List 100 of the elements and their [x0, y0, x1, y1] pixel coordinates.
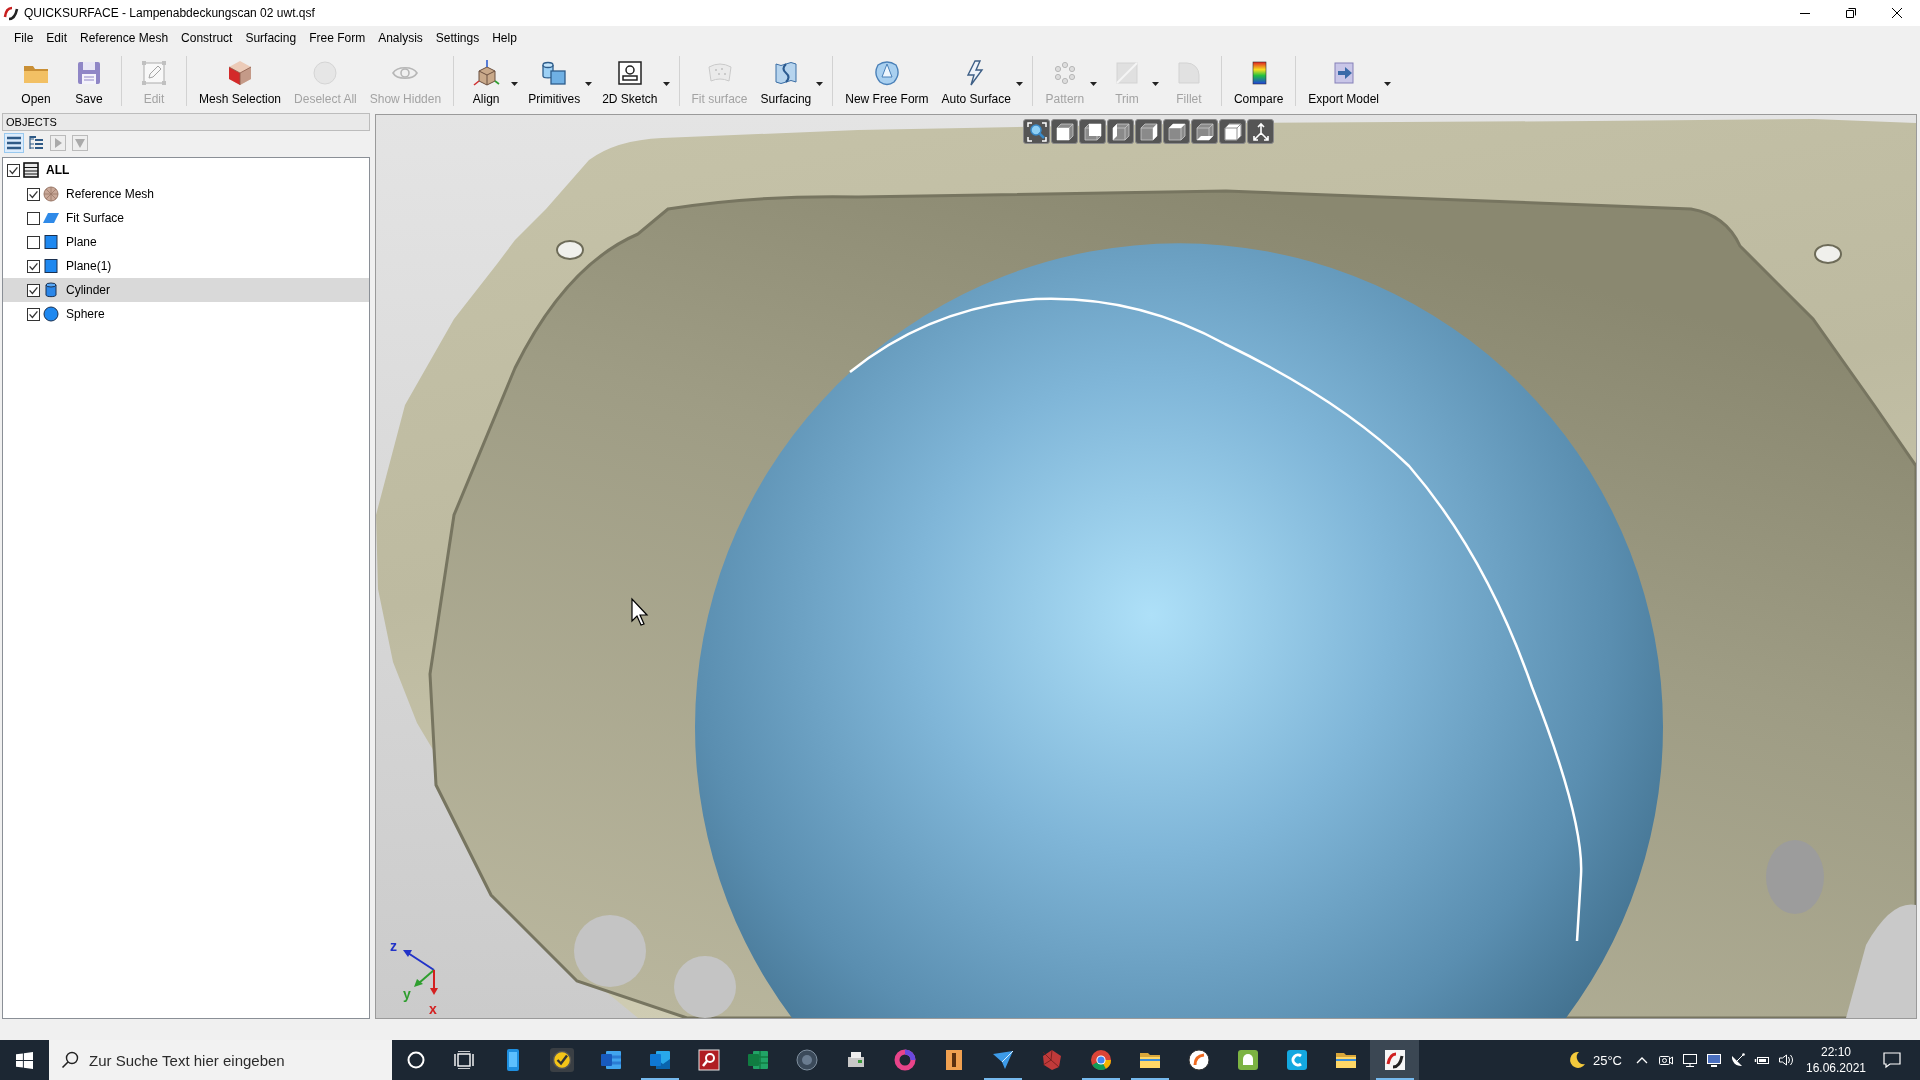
tree-item[interactable]: Plane(1)	[3, 254, 369, 278]
list-view-button[interactable]	[4, 133, 24, 153]
filter-icon	[72, 135, 88, 151]
menu-item[interactable]: Analysis	[372, 29, 429, 47]
cube-icon	[1194, 121, 1215, 142]
checkbox[interactable]	[7, 163, 20, 177]
cube-icon	[1110, 121, 1131, 142]
new-free-form-button[interactable]: New Free Form	[841, 50, 933, 110]
menu-item[interactable]: Construct	[175, 29, 239, 47]
restore-icon	[1846, 8, 1856, 18]
spreadsheet-icon	[745, 1048, 770, 1072]
ring-icon	[892, 1048, 917, 1072]
logo-icon	[3, 5, 19, 21]
menu-item[interactable]: Help	[486, 29, 523, 47]
view-button[interactable]	[1079, 119, 1106, 144]
document-icon	[598, 1048, 623, 1072]
open-button[interactable]: Open	[12, 50, 60, 110]
logo-icon	[1382, 1048, 1407, 1072]
task-view-icon	[454, 1051, 474, 1069]
cube-icon	[1222, 121, 1243, 142]
disc-icon	[794, 1048, 819, 1072]
speaker-icon[interactable]	[1778, 1052, 1794, 1068]
mesh-selection-button[interactable]: Mesh Selection	[195, 50, 286, 110]
view-button[interactable]	[1191, 119, 1218, 144]
save-button[interactable]: Save	[65, 50, 113, 110]
tree-item[interactable]: Reference Mesh	[3, 182, 369, 206]
notification-icon	[1882, 1050, 1902, 1070]
tree-item[interactable]: Cylinder	[3, 278, 369, 302]
network-icon[interactable]	[1682, 1052, 1698, 1068]
weather-temperature[interactable]: 25°C	[1592, 1052, 1622, 1068]
circle-icon	[407, 1051, 425, 1069]
export-model-button[interactable]: Export Model	[1304, 50, 1392, 110]
view-button[interactable]	[1247, 119, 1274, 144]
search-icon	[61, 1051, 79, 1069]
menu-item[interactable]: Reference Mesh	[74, 29, 175, 47]
menu-item[interactable]: Free Form	[303, 29, 372, 47]
surfacing-button[interactable]: Surfacing	[756, 50, 825, 110]
tree-item[interactable]: Sphere	[3, 302, 369, 326]
magnifier-icon	[1026, 121, 1047, 142]
square-icon	[43, 234, 59, 250]
primitives-button[interactable]: Primitives	[524, 50, 594, 110]
menu-item[interactable]: File	[8, 29, 40, 47]
checkbox[interactable]	[27, 235, 40, 249]
cube-icon	[1138, 121, 1159, 142]
cursor-icon	[631, 597, 649, 626]
axis-label: z	[390, 938, 397, 954]
compare-button[interactable]: Compare	[1229, 50, 1288, 110]
menu-item[interactable]: Surfacing	[239, 29, 303, 47]
clock-date[interactable]: 16.06.2021	[1805, 1060, 1867, 1076]
play-icon	[50, 135, 66, 151]
sketch-button[interactable]: 2D Sketch	[598, 50, 671, 110]
cube-icon	[1054, 121, 1075, 142]
list-icon	[6, 135, 22, 151]
robot-icon	[1235, 1048, 1260, 1072]
view-button[interactable]	[1023, 119, 1050, 144]
tree-item[interactable]: Fit Surface	[3, 206, 369, 230]
segmented-circle-icon	[1088, 1048, 1113, 1072]
cylinder-icon	[43, 282, 59, 298]
dish-icon[interactable]	[1730, 1052, 1746, 1068]
cube-icon	[1166, 121, 1187, 142]
checkbox[interactable]	[27, 259, 40, 273]
search-field[interactable]: Zur Suche Text hier eingeben	[49, 1040, 392, 1080]
display-icon[interactable]	[1706, 1052, 1722, 1068]
axis-label: y	[403, 986, 411, 1002]
cube-icon	[226, 59, 254, 87]
checkbox[interactable]	[27, 307, 40, 321]
mesh-hole	[574, 915, 646, 987]
view-button[interactable]	[1163, 119, 1190, 144]
freeform-shape-icon	[872, 59, 901, 87]
pencil-icon	[140, 59, 168, 87]
auto-surface-button[interactable]: Auto Surface	[937, 50, 1024, 110]
check-circle-icon	[549, 1048, 574, 1072]
tree-item[interactable]: ALL	[3, 158, 369, 182]
checkbox[interactable]	[27, 283, 40, 297]
axis-label: x	[429, 1001, 437, 1017]
arc-tile-icon	[1284, 1048, 1309, 1072]
menu-item[interactable]: Settings	[429, 29, 486, 47]
table-icon	[23, 162, 39, 178]
align-button[interactable]: Align	[462, 50, 520, 110]
view-button[interactable]	[1135, 119, 1162, 144]
minimize-icon	[1800, 12, 1810, 14]
tree-icon	[28, 135, 44, 151]
clock-time[interactable]: 22:10	[1821, 1044, 1851, 1060]
windows-icon	[15, 1051, 33, 1069]
view-button[interactable]	[1107, 119, 1134, 144]
magnifier-icon	[696, 1048, 721, 1072]
view-button[interactable]	[1051, 119, 1078, 144]
box-axes-icon	[472, 59, 501, 87]
checkbox[interactable]	[27, 211, 40, 225]
taskbar-app[interactable]	[1370, 1040, 1419, 1080]
menu-item[interactable]: Edit	[40, 29, 74, 47]
tree-item[interactable]: Plane	[3, 230, 369, 254]
view-button[interactable]	[1219, 119, 1246, 144]
square-icon	[43, 258, 59, 274]
checkbox[interactable]	[27, 187, 40, 201]
sketch-icon	[615, 59, 644, 87]
arrows-icon	[1250, 121, 1271, 142]
shapes-icon	[540, 59, 569, 87]
panel-title: OBJECTS	[2, 113, 370, 131]
cube-icon	[1082, 121, 1103, 142]
